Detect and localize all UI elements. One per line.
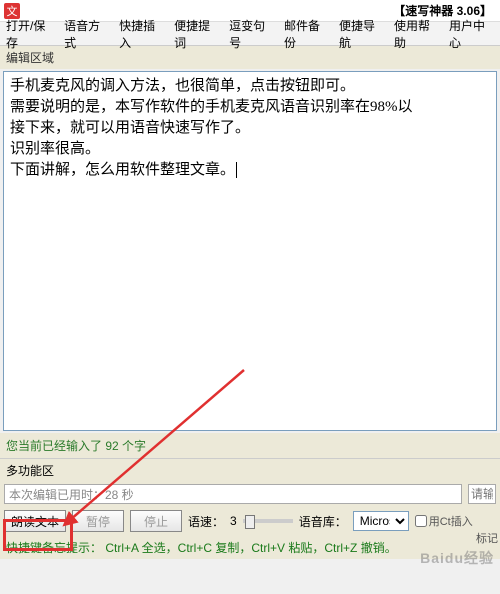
editor-line: 下面讲解，怎么用软件整理文章。: [10, 160, 490, 181]
menu-comma-period[interactable]: 逗变句号: [229, 17, 274, 51]
editor-line: 需要说明的是，本写作软件的手机麦克风语音识别率在98%以: [10, 97, 490, 118]
read-text-button[interactable]: 朗读文本: [4, 510, 66, 532]
right-small-input[interactable]: [468, 484, 496, 504]
multi-section-label: 多功能区: [0, 458, 500, 482]
timer-row: [0, 482, 500, 506]
menu-quick-insert[interactable]: 快捷插入: [119, 17, 164, 51]
ctrl-insert-checkbox[interactable]: 用Ct插入: [415, 513, 473, 529]
menu-nav[interactable]: 便捷导航: [339, 17, 384, 51]
editor-line: 手机麦克风的调入方法，也很简单，点击按钮即可。: [10, 76, 490, 97]
text-cursor: [236, 162, 237, 178]
pause-button[interactable]: 暂停: [72, 510, 124, 532]
voice-lib-select[interactable]: Microsof: [353, 511, 409, 531]
menu-help[interactable]: 使用帮助: [394, 17, 439, 51]
controls-row: 朗读文本 暂停 停止 语速： 3 语音库： Microsof 用Ct插入: [0, 506, 500, 536]
ctrl-insert-check-input[interactable]: [415, 515, 427, 527]
menu-open-save[interactable]: 打开/保存: [6, 17, 54, 51]
menu-bar: 打开/保存 语音方式 快捷插入 便捷提词 逗变句号 邮件备份 便捷导航 使用帮助…: [0, 22, 500, 46]
side-mark-label: 标记: [476, 530, 498, 546]
menu-user[interactable]: 用户中心: [449, 17, 494, 51]
speed-value: 3: [230, 514, 237, 528]
text-editor[interactable]: 手机麦克风的调入方法，也很简单，点击按钮即可。 需要说明的是，本写作软件的手机麦…: [3, 71, 497, 431]
editor-line: 识别率很高。: [10, 139, 490, 160]
menu-prompt[interactable]: 便捷提词: [174, 17, 219, 51]
editor-line: 接下来，就可以用语音快速写作了。: [10, 118, 490, 139]
shortcut-hints: 快捷键备忘提示： Ctrl+A 全选，Ctrl+C 复制，Ctrl+V 粘贴，C…: [0, 536, 500, 559]
menu-mail-backup[interactable]: 邮件备份: [284, 17, 329, 51]
char-count-status: 您当前已经输入了 92 个字: [0, 433, 500, 458]
menu-voice-mode[interactable]: 语音方式: [64, 17, 109, 51]
speed-slider[interactable]: [243, 519, 293, 523]
stop-button[interactable]: 停止: [130, 510, 182, 532]
speed-label: 语速：: [188, 513, 224, 530]
voice-lib-label: 语音库：: [299, 513, 347, 530]
timer-display[interactable]: [4, 484, 462, 504]
